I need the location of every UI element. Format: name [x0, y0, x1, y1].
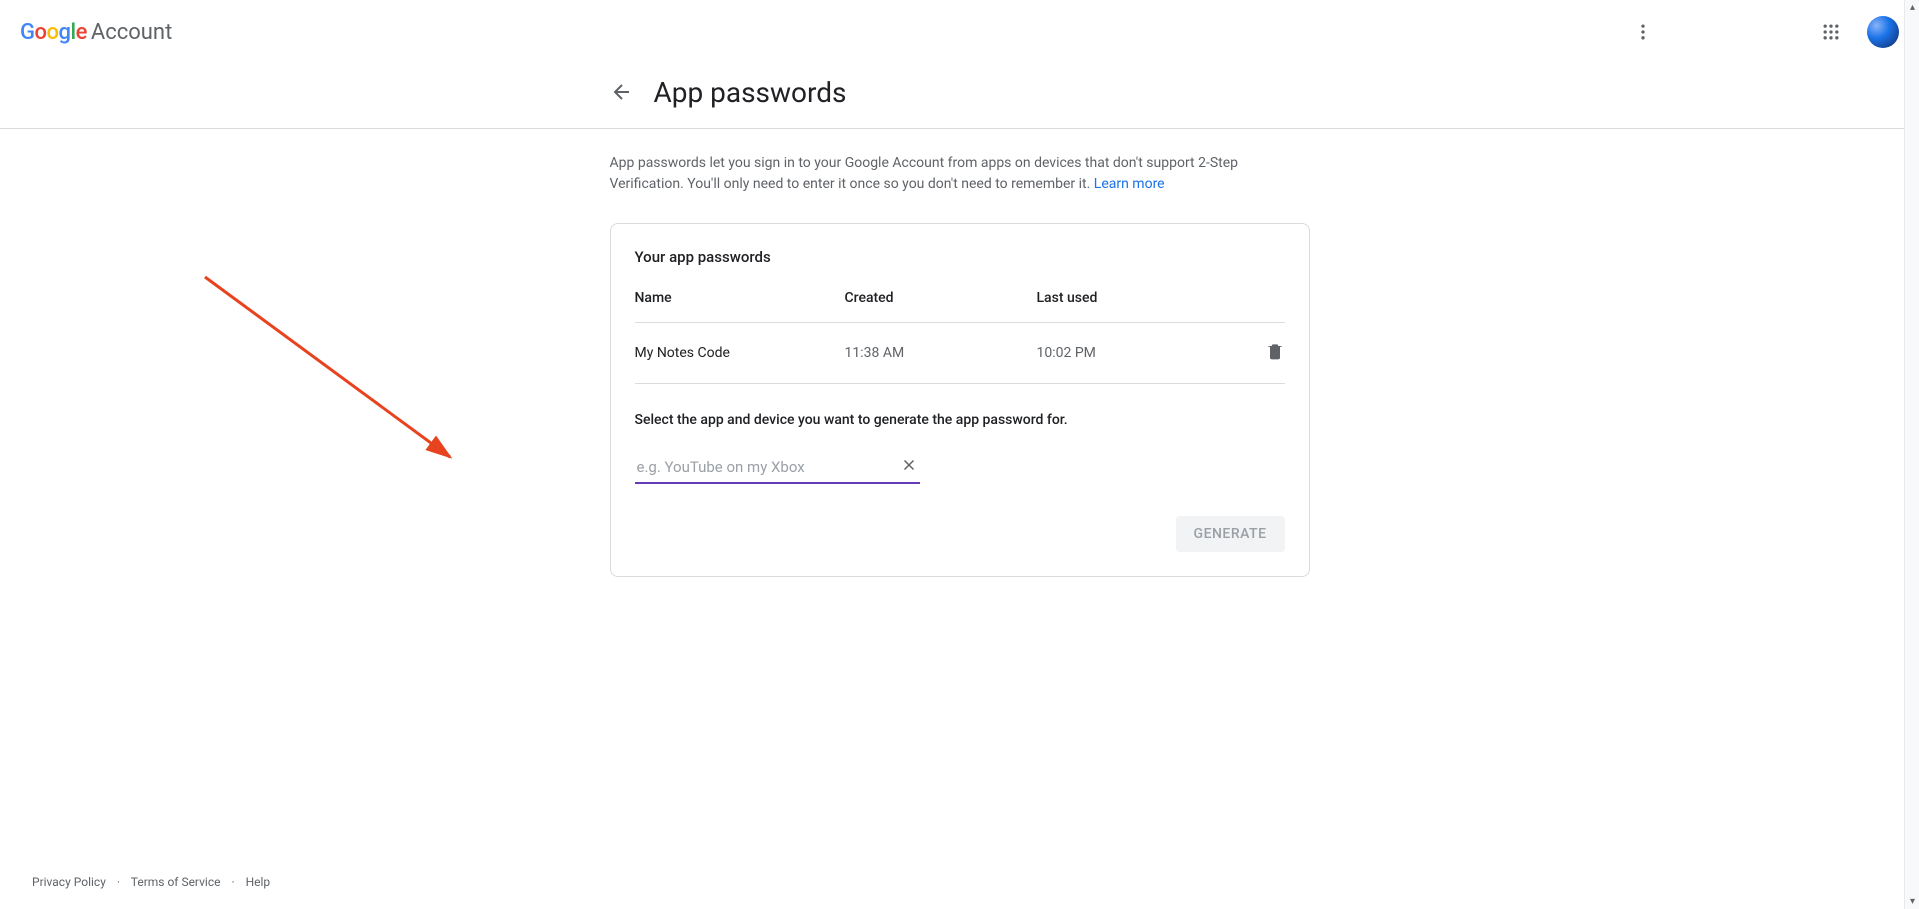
- clear-input-button[interactable]: [900, 456, 918, 478]
- app-header: Google Account: [0, 0, 1919, 64]
- delete-button[interactable]: [1265, 341, 1285, 361]
- page-title: App passwords: [654, 76, 847, 109]
- footer: Privacy Policy · Terms of Service · Help: [32, 875, 270, 889]
- title-row: App passwords: [610, 64, 1310, 128]
- instruction-text: Select the app and device you want to ge…: [635, 412, 1285, 428]
- column-header-name: Name: [635, 290, 845, 306]
- card-title: Your app passwords: [635, 248, 1285, 266]
- row-name: My Notes Code: [635, 345, 845, 361]
- column-header-created: Created: [845, 290, 1037, 306]
- brand-block: Google Account: [16, 20, 172, 45]
- arrow-left-icon: [610, 80, 634, 104]
- scroll-up-arrow-icon[interactable]: ▴: [1905, 0, 1919, 15]
- column-header-lastused: Last used: [1037, 290, 1245, 306]
- main-content: App passwords let you sign in to your Go…: [610, 129, 1310, 577]
- button-row: GENERATE: [635, 516, 1285, 552]
- close-icon: [900, 456, 918, 474]
- trash-icon: [1265, 341, 1285, 361]
- more-options-button[interactable]: [1623, 12, 1663, 52]
- row-lastused: 10:02 PM: [1037, 345, 1245, 361]
- scroll-down-arrow-icon[interactable]: ▾: [1905, 894, 1919, 909]
- account-avatar[interactable]: [1867, 16, 1899, 48]
- google-apps-button[interactable]: [1811, 12, 1851, 52]
- app-passwords-card: Your app passwords Name Created Last use…: [610, 223, 1310, 577]
- page-description: App passwords let you sign in to your Go…: [610, 153, 1310, 195]
- terms-link[interactable]: Terms of Service: [131, 875, 221, 889]
- more-vert-icon: [1633, 22, 1653, 42]
- privacy-link[interactable]: Privacy Policy: [32, 875, 106, 889]
- app-name-input[interactable]: [635, 452, 920, 484]
- input-row: [635, 452, 920, 484]
- generate-button[interactable]: GENERATE: [1176, 516, 1285, 552]
- vertical-scrollbar[interactable]: ▴ ▾: [1904, 0, 1919, 909]
- table-header: Name Created Last used: [635, 290, 1285, 323]
- back-button[interactable]: [602, 72, 642, 112]
- learn-more-link[interactable]: Learn more: [1094, 176, 1165, 192]
- product-name: Account: [91, 20, 172, 45]
- annotation-arrow: [200, 272, 460, 472]
- google-logo: Google: [20, 20, 87, 45]
- table-row: My Notes Code 11:38 AM 10:02 PM: [635, 323, 1285, 384]
- header-actions: [1623, 12, 1903, 52]
- apps-grid-icon: [1821, 22, 1841, 42]
- help-link[interactable]: Help: [246, 875, 271, 889]
- row-created: 11:38 AM: [845, 345, 1037, 361]
